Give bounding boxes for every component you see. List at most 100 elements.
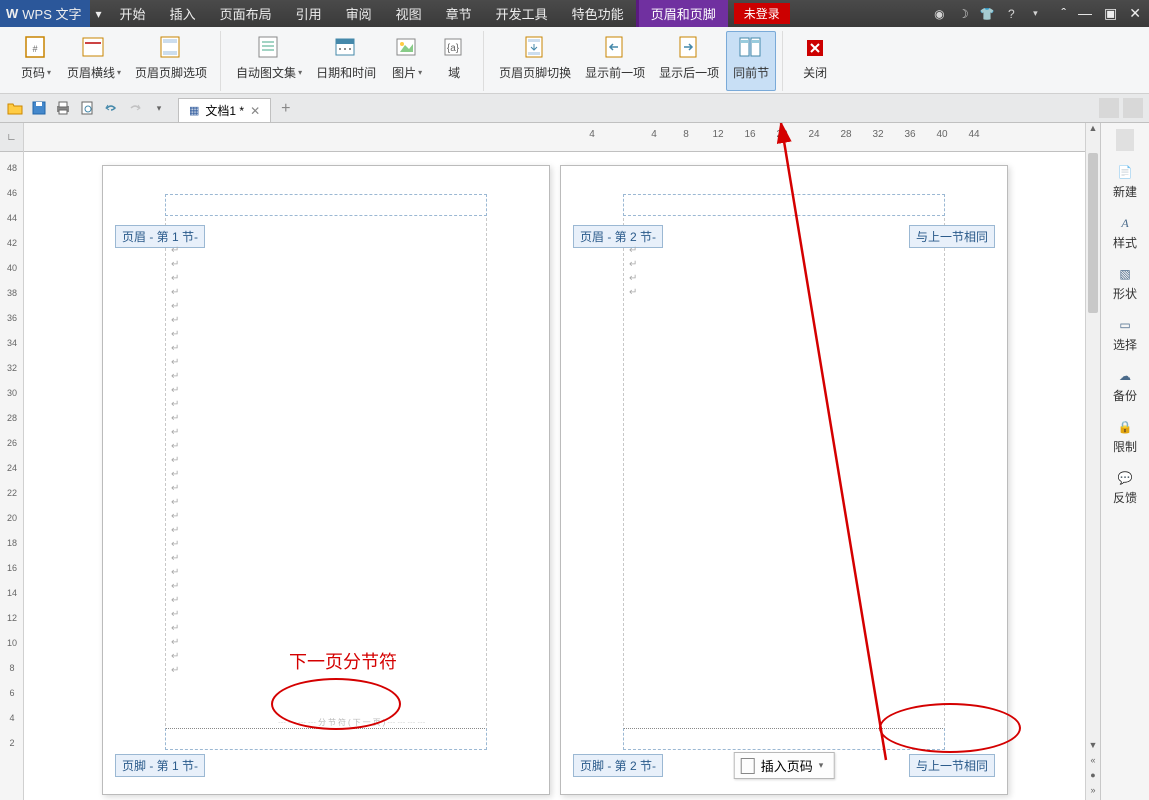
close-hf-button[interactable]: 关闭 (791, 31, 839, 91)
vertical-scrollbar[interactable]: ▲ ▼ « ● » (1085, 123, 1100, 800)
redo-icon[interactable] (126, 99, 144, 117)
same-as-previous-button[interactable]: 同前节 (726, 31, 776, 91)
scroll-up-icon[interactable]: ▲ (1086, 123, 1100, 138)
taskpane-restrict[interactable]: 🔒限制 (1101, 412, 1149, 461)
title-right-controls: ◉ ☽ 👕 ? ▾ ˆ — ▣ ✕ (931, 5, 1149, 22)
field-button[interactable]: {a} 域 (431, 31, 477, 91)
tab-features[interactable]: 特色功能 (560, 0, 636, 27)
app-name: WPS 文字 (22, 4, 81, 23)
vruler-tick: 32 (3, 363, 21, 373)
tab-page-layout[interactable]: 页面布局 (208, 0, 284, 27)
vruler-tick: 16 (3, 563, 21, 573)
undo-icon[interactable] (102, 99, 120, 117)
vruler-tick: 38 (3, 288, 21, 298)
auto-gallery-button[interactable]: 自动图文集▾ (229, 31, 309, 91)
show-previous-button[interactable]: 显示前一项 (578, 31, 652, 91)
tab-insert[interactable]: 插入 (158, 0, 208, 27)
page1-header-area[interactable] (165, 194, 487, 216)
page-number-button[interactable]: # 页码▾ (12, 31, 60, 91)
hruler-tick: 24 (808, 129, 819, 140)
section-break-mark: ┄┄┄┄分节符(下一页)┄┄┄┄ (278, 717, 427, 728)
close-icon[interactable]: ✕ (1129, 5, 1141, 22)
vruler-tick: 36 (3, 313, 21, 323)
page-2[interactable]: 页眉 - 第 2 节- 与上一节相同 ↵↵↵↵ 页脚 - 第 2 节- 与上一节… (560, 165, 1008, 795)
vruler-tick: 22 (3, 488, 21, 498)
vertical-ruler: ∟ 48464442403836343230282624222018161412… (0, 123, 24, 800)
vruler-tick: 18 (3, 538, 21, 548)
tab-references[interactable]: 引用 (284, 0, 334, 27)
next-page-icon[interactable]: » (1086, 785, 1100, 800)
tab-view[interactable]: 视图 (384, 0, 434, 27)
picture-button[interactable]: 图片▾ (383, 31, 431, 91)
chevron-down-icon: ▾ (819, 760, 824, 771)
taskpane-select[interactable]: ▭选择 (1101, 310, 1149, 359)
vruler-tick: 48 (3, 163, 21, 173)
switch-header-footer-button[interactable]: 页眉页脚切换 (492, 31, 578, 91)
taskpane-new[interactable]: 📄新建 (1101, 157, 1149, 206)
vruler-tick: 20 (3, 513, 21, 523)
style-icon: A (1115, 214, 1135, 232)
minimize-icon[interactable]: — (1078, 5, 1092, 22)
insert-page-number-button[interactable]: 插入页码 ▾ (734, 752, 835, 779)
ribbon-toggle-icon[interactable]: ˆ (1061, 5, 1066, 22)
taskpane-shape[interactable]: ▧形状 (1101, 259, 1149, 308)
header-line-button[interactable]: 页眉横线▾ (60, 31, 128, 91)
tab-review[interactable]: 审阅 (334, 0, 384, 27)
open-icon[interactable] (6, 99, 24, 117)
page2-header-area[interactable] (623, 194, 945, 216)
document-tab[interactable]: ▦ 文档1 * ✕ (178, 98, 271, 122)
hruler-tick: 4 (651, 129, 657, 140)
skin-icon[interactable]: ☽ (955, 6, 971, 22)
hruler-tick: 28 (840, 129, 851, 140)
save-icon[interactable] (30, 99, 48, 117)
quick-access-bar: ▾ ▦ 文档1 * ✕ + (0, 94, 1149, 123)
help-icon[interactable]: ? (1003, 6, 1019, 22)
new-tab-button[interactable]: + (271, 96, 300, 122)
page1-footer-area[interactable] (165, 728, 487, 750)
horizontal-ruler: 448121620242832364044 (24, 123, 1085, 152)
taskpane-backup[interactable]: ☁备份 (1101, 361, 1149, 410)
login-button[interactable]: 未登录 (734, 3, 790, 24)
restore-icon[interactable]: ▣ (1104, 5, 1117, 22)
page2-para-marks: ↵↵↵↵ (629, 244, 637, 300)
page2-footer-area[interactable] (623, 728, 945, 750)
task-pane: 📄新建 A样式 ▧形状 ▭选择 ☁备份 🔒限制 💬反馈 (1100, 123, 1149, 800)
scroll-down-icon[interactable]: ▼ (1086, 740, 1100, 755)
page1-para-marks: ↵↵↵↵↵↵↵↵ ↵↵↵↵↵↵↵↵ ↵↵↵↵↵↵↵↵ ↵↵↵↵↵↵↵ (171, 244, 179, 678)
tab-section[interactable]: 章节 (434, 0, 484, 27)
page1-body (165, 218, 487, 726)
vruler-tick: 34 (3, 338, 21, 348)
tab-home[interactable]: 开始 (108, 0, 158, 27)
tab-developer[interactable]: 开发工具 (484, 0, 560, 27)
page-1[interactable]: 页眉 - 第 1 节- ↵↵↵↵↵↵↵↵ ↵↵↵↵↵↵↵↵ ↵↵↵↵↵↵↵↵ ↵… (102, 165, 550, 795)
taskpane-feedback[interactable]: 💬反馈 (1101, 463, 1149, 512)
app-dropdown[interactable]: ▾ (90, 7, 108, 21)
header-footer-options-button[interactable]: 页眉页脚选项 (128, 31, 214, 91)
page1-header-tag: 页眉 - 第 1 节- (115, 225, 205, 248)
taskpane-toggle[interactable] (1116, 129, 1134, 151)
ruler-corner: ∟ (0, 123, 23, 152)
prev-page-icon[interactable]: « (1086, 755, 1100, 770)
insert-pn-icon (741, 758, 755, 774)
picture-icon (391, 34, 423, 62)
date-time-button[interactable]: 日期和时间 (309, 31, 383, 91)
hruler-tick: 36 (904, 129, 915, 140)
backup-icon: ☁ (1115, 367, 1135, 385)
tab-close-icon[interactable]: ✕ (250, 104, 260, 118)
tshirt-icon[interactable]: 👕 (979, 6, 995, 22)
qat-right-button-2[interactable] (1123, 98, 1143, 118)
vruler-tick: 46 (3, 188, 21, 198)
restrict-icon: 🔒 (1115, 418, 1135, 436)
print-icon[interactable] (54, 99, 72, 117)
scrollbar-thumb[interactable] (1088, 153, 1098, 313)
show-next-button[interactable]: 显示后一项 (652, 31, 726, 91)
taskpane-style[interactable]: A样式 (1101, 208, 1149, 257)
print-preview-icon[interactable] (78, 99, 96, 117)
tab-header-footer[interactable]: 页眉和页脚 (636, 0, 728, 27)
qat-dropdown[interactable]: ▾ (150, 99, 168, 117)
browse-object-icon[interactable]: ● (1086, 770, 1100, 785)
date-time-icon (330, 34, 362, 62)
sync-icon[interactable]: ◉ (931, 6, 947, 22)
help-dropdown[interactable]: ▾ (1027, 6, 1043, 22)
qat-right-button-1[interactable] (1099, 98, 1119, 118)
